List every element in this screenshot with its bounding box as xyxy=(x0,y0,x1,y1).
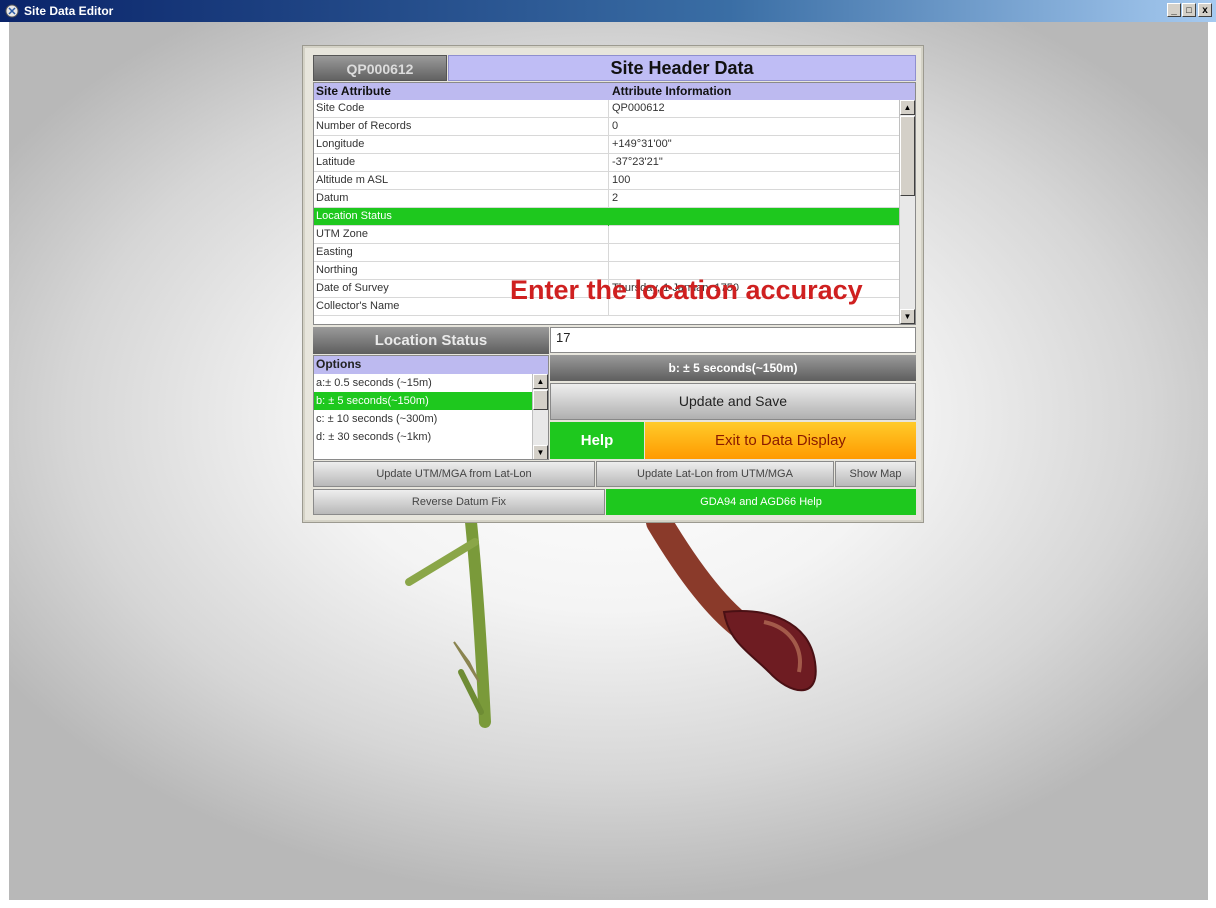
dialog-title: Site Header Data xyxy=(448,55,916,81)
row-attribute: Easting xyxy=(316,246,353,258)
grid-row-site-code[interactable]: Site Code QP000612 xyxy=(314,100,900,118)
row-value: +149°31'00" xyxy=(612,138,672,150)
row-value: QP000612 xyxy=(612,102,665,114)
row-attribute: Location Status xyxy=(316,210,392,222)
window-title: Site Data Editor xyxy=(24,4,114,18)
row-value: 100 xyxy=(612,174,631,186)
row-attribute: Datum xyxy=(316,192,349,204)
options-header: Options xyxy=(314,356,548,374)
close-button[interactable]: x xyxy=(1198,3,1212,17)
column-header-attribute: Site Attribute xyxy=(316,84,391,98)
update-utm-button[interactable]: Update UTM/MGA from Lat-Lon xyxy=(313,461,595,487)
reverse-datum-button[interactable]: Reverse Datum Fix xyxy=(313,489,605,515)
scroll-down-icon[interactable]: ▼ xyxy=(533,445,548,459)
grid-header: Site Attribute Attribute Information xyxy=(314,83,915,100)
row-attribute: Site Code xyxy=(316,102,365,114)
column-header-information: Attribute Information xyxy=(612,84,732,98)
option-item[interactable]: d: ± 30 seconds (~1km) xyxy=(314,428,532,446)
options-list: Options a:± 0.5 seconds (~15m) b: ± 5 se… xyxy=(313,355,549,460)
row-value: 2 xyxy=(612,192,619,204)
update-save-button[interactable]: Update and Save xyxy=(550,383,916,420)
option-item[interactable]: c: ± 10 seconds (~300m) xyxy=(314,410,532,428)
site-header-dialog: QP000612 Site Header Data Site Attribute… xyxy=(302,45,924,523)
gda-agd-help-button[interactable]: GDA94 and AGD66 Help xyxy=(606,489,916,515)
attribute-grid: Site Attribute Attribute Information Sit… xyxy=(313,82,916,325)
row-value: 0 xyxy=(612,120,619,132)
option-item-selected[interactable]: b: ± 5 seconds(~150m) xyxy=(314,392,532,410)
option-item[interactable]: a:± 0.5 seconds (~15m) xyxy=(314,374,532,392)
grid-row-datum[interactable]: Datum 2 xyxy=(314,190,900,208)
title-bar: Site Data Editor _ □ x xyxy=(0,0,1216,22)
scroll-down-icon[interactable]: ▼ xyxy=(900,309,915,324)
row-attribute: Date of Survey xyxy=(316,282,389,294)
scroll-thumb[interactable] xyxy=(900,116,915,196)
site-code-header: QP000612 xyxy=(313,55,447,81)
grid-row-utm-zone[interactable]: UTM Zone xyxy=(314,226,900,244)
app-icon xyxy=(5,4,19,18)
selected-option-display: b: ± 5 seconds(~150m) xyxy=(550,355,916,381)
grid-row-longitude[interactable]: Longitude +149°31'00" xyxy=(314,136,900,154)
grid-row-easting[interactable]: Easting xyxy=(314,244,900,262)
scroll-up-icon[interactable]: ▲ xyxy=(533,374,548,389)
row-attribute: Collector's Name xyxy=(316,300,400,312)
row-attribute: Northing xyxy=(316,264,358,276)
scroll-thumb[interactable] xyxy=(533,390,548,410)
grid-row-latitude[interactable]: Latitude -37°23'21" xyxy=(314,154,900,172)
options-scrollbar[interactable]: ▲ ▼ xyxy=(532,374,548,459)
help-button[interactable]: Help xyxy=(550,422,644,459)
row-attribute: UTM Zone xyxy=(316,228,368,240)
row-attribute: Longitude xyxy=(316,138,365,150)
update-latlon-button[interactable]: Update Lat-Lon from UTM/MGA xyxy=(596,461,834,487)
row-value: -37°23'21" xyxy=(612,156,663,168)
grid-row-altitude[interactable]: Altitude m ASL 100 xyxy=(314,172,900,190)
grid-scrollbar[interactable]: ▲ ▼ xyxy=(899,100,915,324)
maximize-button[interactable]: □ xyxy=(1182,3,1196,17)
exit-to-data-display-button[interactable]: Exit to Data Display xyxy=(645,422,916,459)
minimize-button[interactable]: _ xyxy=(1167,3,1181,17)
location-status-input[interactable]: 17 xyxy=(550,327,916,353)
grid-row-number-of-records[interactable]: Number of Records 0 xyxy=(314,118,900,136)
row-attribute: Number of Records xyxy=(316,120,412,132)
location-accuracy-prompt: Enter the location accuracy xyxy=(510,275,863,305)
location-status-label: Location Status xyxy=(313,327,549,354)
row-attribute: Latitude xyxy=(316,156,356,168)
show-map-button[interactable]: Show Map xyxy=(835,461,916,487)
grid-row-location-status[interactable]: Location Status xyxy=(314,208,900,226)
row-attribute: Altitude m ASL xyxy=(316,174,389,186)
scroll-up-icon[interactable]: ▲ xyxy=(900,100,915,115)
